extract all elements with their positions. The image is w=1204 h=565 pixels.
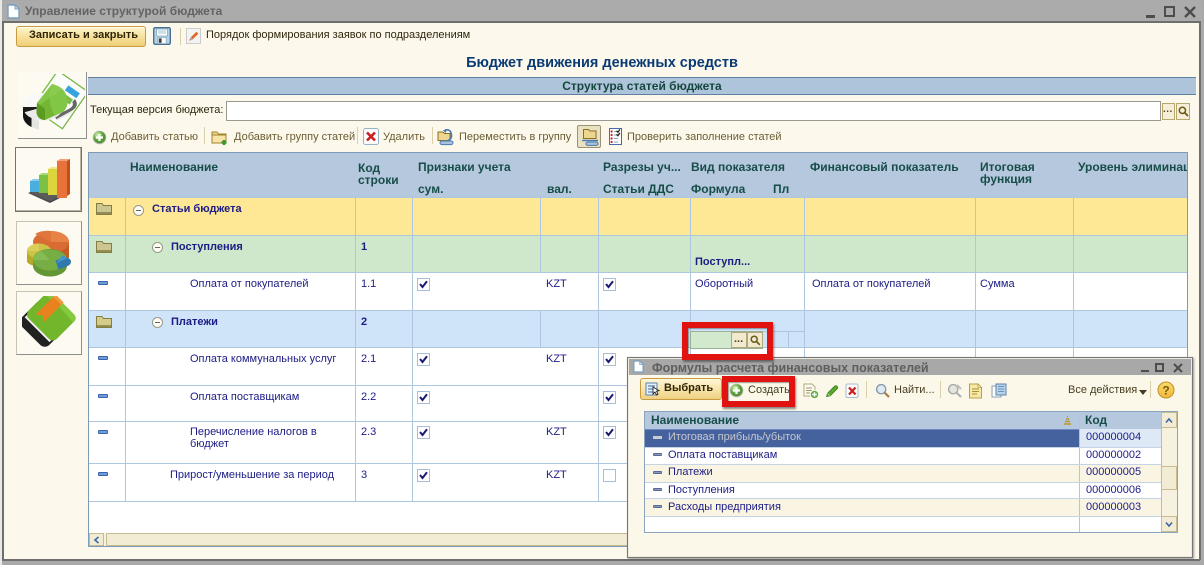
svg-text:?: ? bbox=[1162, 384, 1169, 398]
